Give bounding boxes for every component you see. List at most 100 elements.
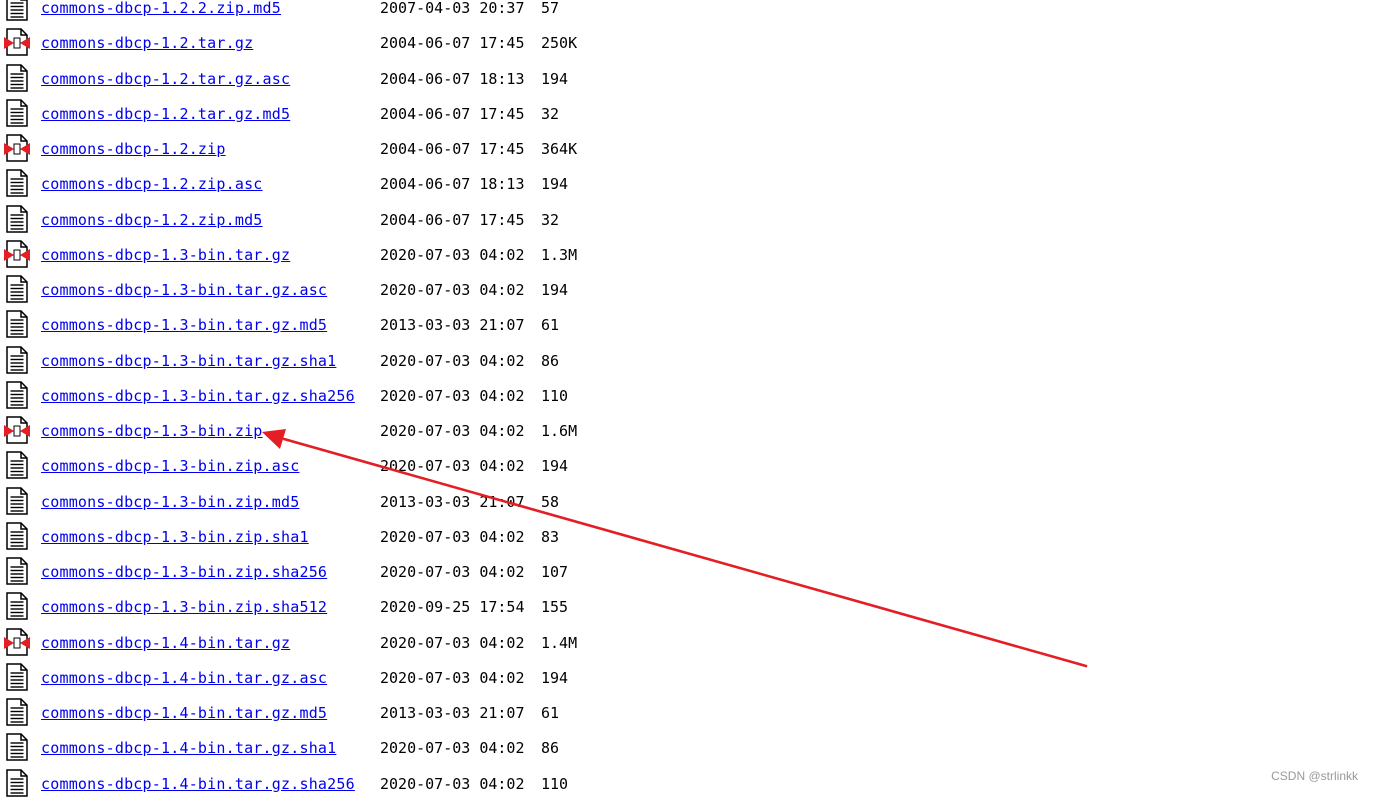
- archive-file-icon[interactable]: [3, 416, 31, 444]
- file-date: 2020-07-03 04:02: [380, 668, 525, 687]
- archive-file-icon[interactable]: [3, 627, 31, 656]
- file-link[interactable]: commons-dbcp-1.3-bin.tar.gz.sha1: [41, 352, 336, 370]
- file-size: 194: [541, 668, 569, 687]
- archive-file-icon[interactable]: [3, 28, 31, 56]
- file-link[interactable]: commons-dbcp-1.2.zip.asc: [41, 175, 263, 193]
- file-link[interactable]: commons-dbcp-1.4-bin.tar.gz.asc: [41, 669, 327, 687]
- file-link[interactable]: commons-dbcp-1.3-bin.tar.gz.sha256: [41, 387, 355, 405]
- file-size: 57: [541, 0, 560, 17]
- file-link[interactable]: commons-dbcp-1.2.zip: [41, 140, 226, 158]
- file-date: 2020-07-03 04:02: [380, 527, 525, 546]
- file-date: 2020-07-03 04:02: [380, 633, 525, 652]
- file-date: 2020-07-03 04:02: [380, 774, 525, 793]
- text-file-icon[interactable]: [3, 486, 31, 515]
- text-file-icon[interactable]: [3, 99, 31, 127]
- archive-file-icon[interactable]: [3, 134, 31, 162]
- text-file-icon[interactable]: [3, 557, 31, 585]
- file-row: commons-dbcp-1.4-bin.tar.gz.sha256 2020-0…: [0, 765, 720, 800]
- file-date: 2020-09-25 17:54: [380, 598, 525, 617]
- file-row: commons-dbcp-1.2.zip.md5 2004-06-07 17:45…: [0, 201, 720, 236]
- file-size: 364K: [541, 140, 578, 158]
- file-link[interactable]: commons-dbcp-1.4-bin.tar.gz.md5: [41, 704, 327, 722]
- file-link[interactable]: commons-dbcp-1.3-bin.zip.md5: [41, 493, 299, 511]
- file-link[interactable]: commons-dbcp-1.2.tar.gz: [41, 34, 253, 52]
- text-file-icon[interactable]: [3, 63, 31, 92]
- file-row: commons-dbcp-1.3-bin.tar.gz.sha1 2020-07-…: [0, 342, 720, 377]
- file-date: 2004-06-07 17:45: [380, 34, 525, 53]
- file-row: commons-dbcp-1.3-bin.zip.sha512 2020-09-2…: [0, 588, 720, 623]
- file-link[interactable]: commons-dbcp-1.4-bin.tar.gz.sha1: [41, 739, 336, 757]
- file-link[interactable]: commons-dbcp-1.2.zip.md5: [41, 211, 263, 229]
- text-file-icon[interactable]: [3, 381, 31, 409]
- file-size: 194: [541, 457, 569, 476]
- file-link[interactable]: commons-dbcp-1.3-bin.zip.sha512: [41, 598, 327, 616]
- file-date: 2020-07-03 04:02: [380, 281, 525, 299]
- file-row: commons-dbcp-1.3-bin.zip.md5 2013-03-03 2…: [0, 483, 720, 518]
- file-date: 2013-03-03 21:07: [380, 316, 525, 335]
- file-row: commons-dbcp-1.3-bin.zip.sha1 2020-07-03 …: [0, 518, 720, 553]
- file-row: commons-dbcp-1.2.tar.gz.asc 2004-06-07 18…: [0, 60, 720, 95]
- file-date: 2007-04-03 20:37: [380, 0, 525, 17]
- file-link[interactable]: commons-dbcp-1.4-bin.tar.gz: [41, 634, 290, 652]
- file-link[interactable]: commons-dbcp-1.2.tar.gz.md5: [41, 105, 290, 123]
- text-file-icon[interactable]: [3, 204, 31, 233]
- text-file-icon[interactable]: [3, 522, 31, 550]
- file-date: 2004-06-07 17:45: [380, 140, 525, 158]
- file-row: commons-dbcp-1.4-bin.tar.gz.asc 2020-07-0…: [0, 659, 720, 694]
- file-link[interactable]: commons-dbcp-1.2.2.zip.md5: [41, 0, 281, 17]
- file-row: commons-dbcp-1.3-bin.tar.gz.md5 2013-03-0…: [0, 306, 720, 341]
- file-date: 2013-03-03 21:07: [380, 704, 525, 722]
- file-row: commons-dbcp-1.3-bin.tar.gz 2020-07-03 04…: [0, 236, 720, 271]
- file-row: commons-dbcp-1.4-bin.tar.gz 2020-07-03 04…: [0, 624, 720, 659]
- watermark: CSDN @strlinkk: [1271, 769, 1358, 783]
- file-row: commons-dbcp-1.3-bin.tar.gz.asc 2020-07-0…: [0, 271, 720, 306]
- file-size: 86: [541, 351, 560, 370]
- text-file-icon[interactable]: [3, 698, 31, 726]
- file-link[interactable]: commons-dbcp-1.4-bin.tar.gz.sha256: [41, 775, 355, 793]
- text-file-icon[interactable]: [3, 169, 31, 197]
- file-size: 61: [541, 704, 560, 722]
- file-size: 32: [541, 210, 560, 229]
- file-link[interactable]: commons-dbcp-1.2.tar.gz.asc: [41, 70, 290, 88]
- file-date: 2004-06-07 17:45: [380, 104, 525, 123]
- file-row: commons-dbcp-1.2.tar.gz 2004-06-07 17:45 2…: [0, 24, 720, 59]
- file-size: 61: [541, 316, 560, 335]
- file-row: commons-dbcp-1.3-bin.zip.asc 2020-07-03 0…: [0, 447, 720, 482]
- file-size: 155: [541, 598, 569, 617]
- file-size: 58: [541, 492, 560, 511]
- file-row: commons-dbcp-1.4-bin.tar.gz.sha1 2020-07-…: [0, 729, 720, 764]
- file-size: 194: [541, 175, 569, 194]
- text-file-icon[interactable]: [3, 768, 31, 797]
- file-link[interactable]: commons-dbcp-1.3-bin.tar.gz: [41, 246, 290, 264]
- text-file-icon[interactable]: [3, 592, 31, 620]
- file-row: commons-dbcp-1.3-bin.tar.gz.sha256 2020-0…: [0, 377, 720, 412]
- text-file-icon[interactable]: [3, 275, 31, 303]
- text-file-icon[interactable]: [3, 345, 31, 374]
- text-file-icon[interactable]: [3, 733, 31, 761]
- file-date: 2020-07-03 04:02: [380, 351, 525, 370]
- text-file-icon[interactable]: [3, 663, 31, 691]
- text-file-icon[interactable]: [3, 451, 31, 479]
- text-file-icon[interactable]: [3, 0, 31, 21]
- file-link[interactable]: commons-dbcp-1.3-bin.zip.sha1: [41, 528, 309, 546]
- file-row: commons-dbcp-1.2.zip 2004-06-07 17:45 364K: [0, 130, 720, 165]
- file-size: 194: [541, 281, 569, 299]
- file-date: 2020-07-03 04:02: [380, 245, 525, 264]
- file-row: commons-dbcp-1.3-bin.zip 2020-07-03 04:02…: [0, 412, 720, 447]
- file-size: 250K: [541, 34, 578, 53]
- file-size: 194: [541, 69, 569, 88]
- file-link[interactable]: commons-dbcp-1.3-bin.tar.gz.md5: [41, 316, 327, 334]
- file-date: 2020-07-03 04:02: [380, 457, 525, 476]
- archive-file-icon[interactable]: [3, 240, 31, 268]
- file-size: 83: [541, 527, 560, 546]
- file-size: 110: [541, 774, 569, 793]
- file-date: 2004-06-07 18:13: [380, 175, 525, 194]
- file-link[interactable]: commons-dbcp-1.3-bin.tar.gz.asc: [41, 281, 327, 299]
- file-date: 2013-03-03 21:07: [380, 492, 525, 511]
- file-link[interactable]: commons-dbcp-1.3-bin.zip.sha256: [41, 563, 327, 581]
- file-link[interactable]: commons-dbcp-1.3-bin.zip: [41, 422, 263, 440]
- file-row: commons-dbcp-1.2.tar.gz.md5 2004-06-07 17…: [0, 95, 720, 130]
- file-size: 110: [541, 386, 569, 405]
- text-file-icon[interactable]: [3, 310, 31, 338]
- file-link[interactable]: commons-dbcp-1.3-bin.zip.asc: [41, 457, 299, 475]
